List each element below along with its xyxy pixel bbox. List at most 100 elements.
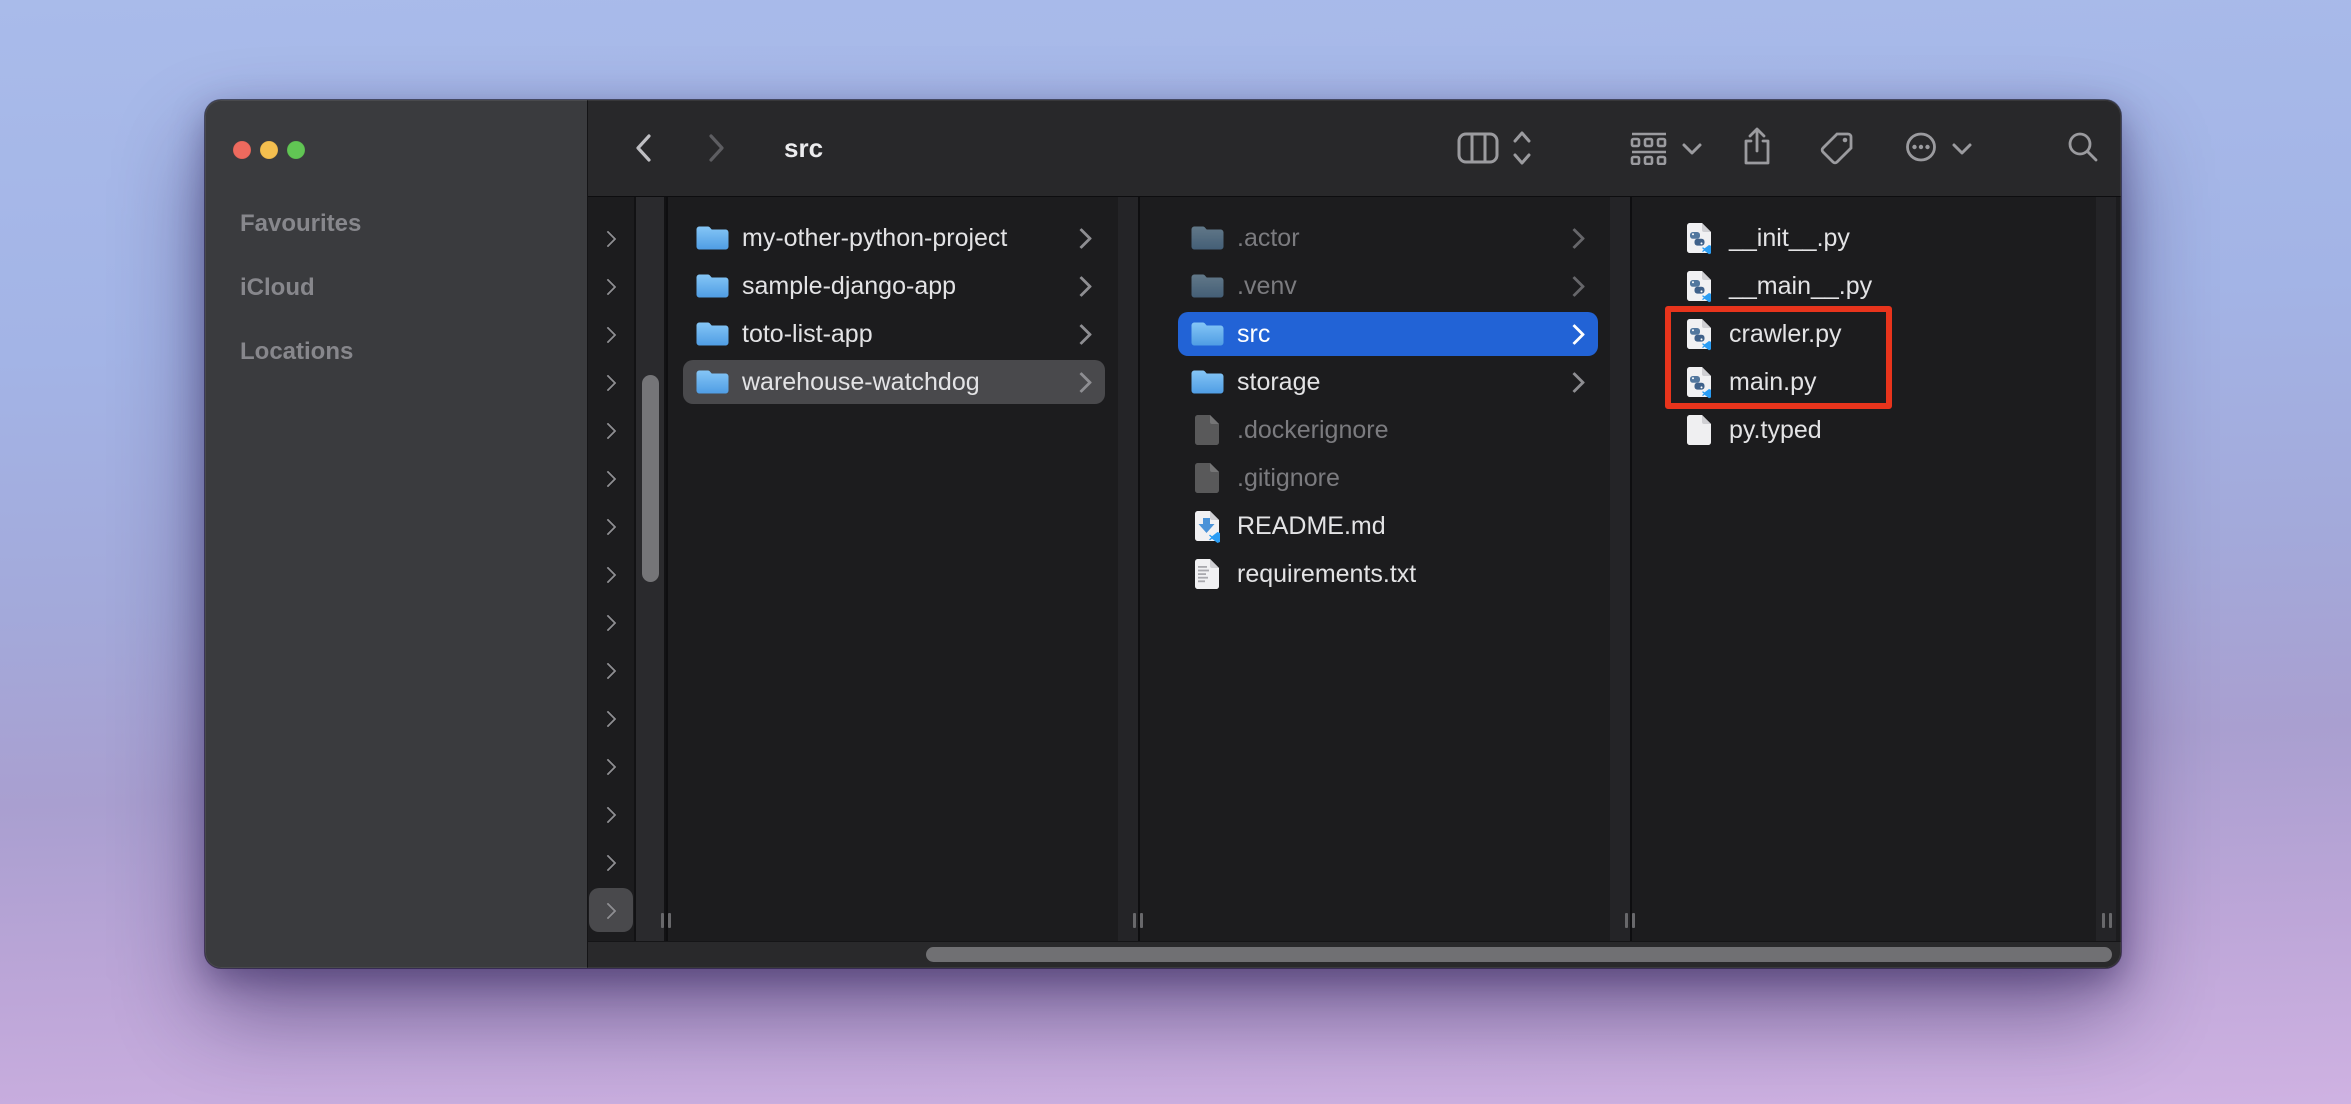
chevron-right-icon [1564, 227, 1585, 248]
column-resize-handle[interactable] [661, 913, 671, 928]
chevron-right-icon [600, 615, 617, 632]
column-divider[interactable] [1630, 197, 1632, 941]
chevron-right-icon [600, 663, 617, 680]
sidebar-section-favourites[interactable]: Favourites [240, 210, 361, 238]
file-label: sample-django-app [742, 272, 956, 301]
column-resize-handle[interactable] [1133, 913, 1143, 928]
python-file-icon [1682, 221, 1716, 255]
column-resize-handle[interactable] [2102, 913, 2112, 928]
scrollbar-lane [1118, 197, 1138, 941]
vertical-scrollbar-thumb[interactable] [642, 375, 659, 582]
file-row[interactable]: .venv [1178, 264, 1598, 308]
view-arrows-icon[interactable] [1510, 129, 1534, 167]
plain-file-icon [1682, 413, 1716, 447]
folder-icon [695, 317, 729, 351]
red-highlight-annotation [1665, 306, 1892, 409]
file-row[interactable]: py.typed [1670, 408, 2070, 452]
sidebar-section-locations[interactable]: Locations [240, 338, 353, 366]
chevron-right-icon [1564, 371, 1585, 392]
more-icon[interactable] [1904, 131, 1938, 163]
file-row-selected[interactable]: warehouse-watchdog [683, 360, 1105, 404]
file-label: requirements.txt [1237, 560, 1416, 589]
document-icon [1190, 461, 1224, 495]
file-row[interactable]: requirements.txt [1178, 552, 1598, 596]
window-controls [233, 141, 305, 159]
folder-icon [1190, 365, 1224, 399]
folder-icon [695, 365, 729, 399]
finder-window: Favourites iCloud Locations src [205, 100, 2121, 968]
file-label: .dockerignore [1237, 416, 1388, 445]
file-row[interactable]: sample-django-app [683, 264, 1105, 308]
toolbar: src [588, 100, 2121, 197]
chevron-right-icon [600, 759, 617, 776]
file-label: src [1237, 320, 1270, 349]
minimize-button[interactable] [260, 141, 278, 159]
group-icon[interactable] [1629, 131, 1669, 165]
file-row[interactable]: __init__.py [1670, 216, 2070, 260]
document-icon [1190, 413, 1224, 447]
markdown-document-icon [1190, 509, 1224, 543]
chevron-right-icon [600, 423, 617, 440]
column-divider[interactable] [666, 197, 668, 941]
column-divider[interactable] [1138, 197, 1140, 941]
folder-icon [695, 269, 729, 303]
file-label: .venv [1237, 272, 1297, 301]
chevron-right-icon [600, 327, 617, 344]
chevron-right-icon [600, 807, 617, 824]
chevron-right-icon [600, 519, 617, 536]
file-label: my-other-python-project [742, 224, 1007, 253]
file-label: py.typed [1729, 416, 1822, 445]
column-resize-handle[interactable] [1625, 913, 1635, 928]
file-row[interactable]: __main__.py [1670, 264, 2070, 308]
forward-icon[interactable] [698, 131, 732, 165]
chevron-right-icon [600, 231, 617, 248]
file-row[interactable]: README.md [1178, 504, 1598, 548]
file-row-selected[interactable]: src [1178, 312, 1598, 356]
chevron-right-icon [1071, 323, 1092, 344]
folder-icon [695, 221, 729, 255]
chevron-right-icon [600, 567, 617, 584]
file-label: .actor [1237, 224, 1300, 253]
file-label: .gitignore [1237, 464, 1340, 493]
chevron-right-icon [1564, 275, 1585, 296]
file-row[interactable]: .dockerignore [1178, 408, 1598, 452]
share-icon[interactable] [1740, 127, 1774, 169]
file-label: __main__.py [1729, 272, 1872, 301]
file-row[interactable]: .actor [1178, 216, 1598, 260]
file-row[interactable]: storage [1178, 360, 1598, 404]
file-row[interactable]: .gitignore [1178, 456, 1598, 500]
folder-icon [1190, 221, 1224, 255]
tag-icon[interactable] [1819, 129, 1857, 167]
file-row[interactable]: toto-list-app [683, 312, 1105, 356]
column-browser: my-other-python-project sample-django-ap… [588, 197, 2121, 968]
file-label: __init__.py [1729, 224, 1850, 253]
chevron-right-icon [600, 375, 617, 392]
folder-icon [1190, 269, 1224, 303]
scrollbar-lane [1610, 197, 1630, 941]
file-label: storage [1237, 368, 1320, 397]
file-row[interactable]: my-other-python-project [683, 216, 1105, 260]
chevron-right-icon [1071, 227, 1092, 248]
sidebar: Favourites iCloud Locations [205, 100, 588, 968]
horizontal-scrollbar-thumb[interactable] [926, 947, 2112, 962]
group-chevron-icon[interactable] [1681, 141, 1703, 157]
column-view-icon[interactable] [1457, 132, 1501, 164]
scrollbar-lane [2096, 197, 2116, 941]
horizontal-scrollbar-track[interactable] [588, 941, 2121, 968]
chevron-right-icon [600, 711, 617, 728]
search-icon[interactable] [2065, 130, 2101, 166]
chevron-right-icon [1071, 371, 1092, 392]
chevron-right-icon [600, 471, 617, 488]
file-label: README.md [1237, 512, 1386, 541]
back-icon[interactable] [628, 131, 662, 165]
folder-icon [1190, 317, 1224, 351]
sidebar-section-icloud[interactable]: iCloud [240, 274, 315, 302]
text-document-icon [1190, 557, 1224, 591]
python-file-icon [1682, 269, 1716, 303]
zoom-button[interactable] [287, 141, 305, 159]
close-button[interactable] [233, 141, 251, 159]
chevron-right-icon [1071, 275, 1092, 296]
more-chevron-icon[interactable] [1951, 141, 1973, 157]
chevron-right-icon [1564, 323, 1585, 344]
window-title: src [784, 100, 823, 197]
